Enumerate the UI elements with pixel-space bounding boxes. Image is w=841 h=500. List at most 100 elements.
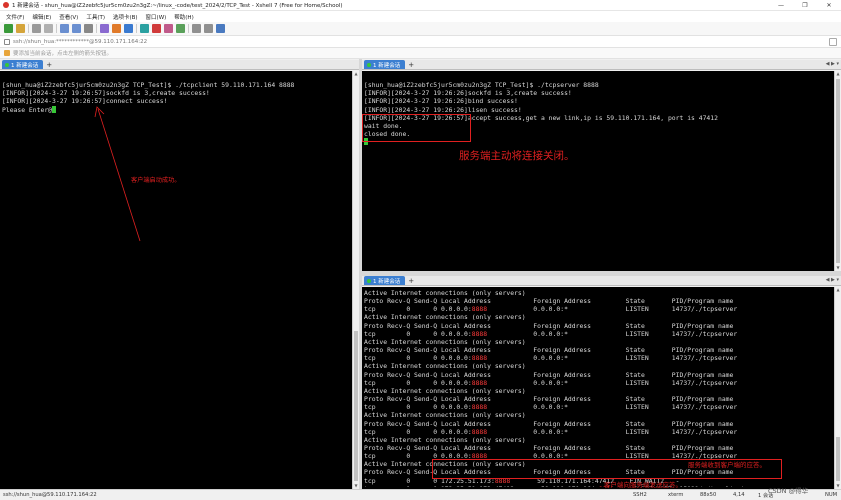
help-icon[interactable] <box>216 24 225 33</box>
terminal-line: Proto Recv-Q Send-Q Local Address Foreig… <box>364 370 734 379</box>
terminal-line: tcp 0 0 0.0.0.0:8888 0.0.0.0:* LISTEN 14… <box>364 329 738 338</box>
left-terminal-output: [shun_hua@iZ2zebfc5jur5cm0zu2n3gZ TCP_Te… <box>2 73 352 487</box>
tab-nav-icons[interactable]: ◀ ▶ ▾ <box>826 61 839 67</box>
right-bottom-session-tab[interactable]: 1 新建会话 <box>364 276 406 285</box>
tab-nav-icons[interactable]: ◀ ▶ ▾ <box>826 277 839 283</box>
fullscreen-icon[interactable] <box>204 24 213 33</box>
terminal-line: tcp 0 0 0.0.0.0:8888 0.0.0.0:* LISTEN 14… <box>364 305 738 314</box>
copy-icon[interactable] <box>60 24 69 33</box>
right-bottom-terminal-output: Active Internet connections (only server… <box>364 289 834 487</box>
add-tab-button[interactable]: + <box>408 61 414 69</box>
terminal-icon[interactable] <box>100 24 109 33</box>
status-num-lock: NUM <box>825 492 838 498</box>
close-button[interactable]: ✕ <box>817 0 841 11</box>
toolbar <box>0 22 841 36</box>
terminal-line: tcp 0 0 0.0.0.0:8888 0.0.0.0:* LISTEN 14… <box>364 403 738 412</box>
tip-bar: 要添加当前会话，点击左侧的箭头按钮。 <box>0 48 841 59</box>
connected-dot-icon <box>367 62 371 67</box>
go-button[interactable] <box>829 38 837 46</box>
terminal-line: Active Internet connections (only server… <box>364 337 526 346</box>
status-bar: ssh://shun_hua@59.110.171.164:22 SSH2 xt… <box>0 487 841 500</box>
terminal-line: Proto Recv-Q Send-Q Local Address Foreig… <box>364 321 734 330</box>
terminal-line: Active Internet connections (only server… <box>364 411 526 420</box>
scroll-up-icon[interactable]: ▲ <box>835 287 841 293</box>
left-scroll-thumb[interactable] <box>354 331 358 481</box>
right-top-session-tab[interactable]: 1 新建会话 <box>364 60 406 69</box>
left-scrollbar[interactable]: ▲ ▼ <box>352 71 359 489</box>
connected-dot-icon <box>367 278 371 283</box>
status-connection: ssh://shun_hua@59.110.171.164:22 <box>3 492 97 498</box>
terminal-line: [INFOR][2024-3-27 19:26:26]sockfd is 3,c… <box>364 89 572 98</box>
right-bottom-terminal[interactable]: Active Internet connections (only server… <box>362 287 834 489</box>
left-terminal[interactable]: [shun_hua@iZ2zebfc5jur5cm0zu2n3gZ TCP_Te… <box>0 71 352 489</box>
client-start-annotation: 客户端启动成功。 <box>131 177 181 184</box>
keyboard-icon[interactable] <box>164 24 173 33</box>
paste-icon[interactable] <box>72 24 81 33</box>
client-ack-annotation: 客户端向服务端发送应答。 <box>604 481 682 489</box>
terminal-line: [INFOR][2024-3-27 19:26:57]sockfd is 3,c… <box>2 89 210 98</box>
status-size: 88x50 <box>700 492 717 498</box>
connect-icon[interactable] <box>32 24 41 33</box>
open-folder-icon[interactable] <box>16 24 25 33</box>
left-pane-tabbar: 1 新建会话 + <box>0 60 359 70</box>
xshell-app-icon <box>3 2 9 8</box>
disconnect-icon[interactable] <box>44 24 53 33</box>
lock-icon[interactable] <box>152 24 161 33</box>
terminal-line: Active Internet connections (only server… <box>364 362 526 371</box>
terminal-line: tcp 0 0 0.0.0.0:8888 0.0.0.0:* LISTEN 14… <box>364 354 738 363</box>
scroll-up-icon[interactable]: ▲ <box>835 71 841 77</box>
right-bottom-tabbar: 1 新建会话 + ◀ ▶ ▾ <box>362 276 841 286</box>
terminal-line: Active Internet connections (only server… <box>364 313 526 322</box>
font-icon[interactable] <box>112 24 121 33</box>
xftp-icon[interactable] <box>140 24 149 33</box>
menu-tab[interactable]: 选项卡(B) <box>113 13 138 21</box>
menu-help[interactable]: 帮助(H) <box>174 13 193 21</box>
left-session-tab[interactable]: 1 新建会话 <box>2 60 44 69</box>
terminal-line: Proto Recv-Q Send-Q Local Address Foreig… <box>364 443 734 452</box>
menu-view[interactable]: 查看(V) <box>59 13 78 21</box>
csdn-watermark: CSDN @得华 <box>768 487 809 495</box>
terminal-line: Please Enter@ <box>2 105 53 114</box>
find-icon[interactable] <box>84 24 93 33</box>
terminal-line: Proto Recv-Q Send-Q Local Address Foreig… <box>364 346 734 355</box>
server-ack-annotation: 服务端收到客户端的应答。 <box>688 461 766 469</box>
menu-tools[interactable]: 工具(T) <box>86 13 105 21</box>
terminal-line: Active Internet connections (only server… <box>364 435 526 444</box>
terminal-line: Active Internet connections (only server… <box>364 386 526 395</box>
menu-edit[interactable]: 编辑(E) <box>32 13 51 21</box>
minimize-button[interactable]: — <box>769 0 793 11</box>
right-bottom-scrollbar[interactable]: ▲ ▼ <box>834 287 841 489</box>
right-top-terminal[interactable]: [shun_hua@iZ2zebfc5jur5cm0zu2n3gZ TCP_Te… <box>362 71 834 271</box>
terminal-line: [INFOR][2024-3-27 19:26:26]lisen success… <box>364 105 522 114</box>
script-icon[interactable] <box>176 24 185 33</box>
maximize-button[interactable]: ❐ <box>793 0 817 11</box>
address-bar: ssh://shun_hua:************@59.110.171.1… <box>0 36 841 48</box>
toolbar-separator <box>56 24 57 33</box>
terminal-cursor <box>52 105 57 113</box>
globe-icon[interactable] <box>124 24 133 33</box>
toolbar-separator <box>136 24 137 33</box>
address-input[interactable]: ssh://shun_hua:************@59.110.171.1… <box>13 39 147 45</box>
right-bottom-session-tab-label: 1 新建会话 <box>373 278 401 285</box>
right-top-scroll-thumb[interactable] <box>836 79 840 263</box>
layout-icon[interactable] <box>192 24 201 33</box>
add-tab-button[interactable]: + <box>408 277 414 285</box>
left-session-tab-label: 1 新建会话 <box>11 62 39 69</box>
menu-file[interactable]: 文件(F) <box>6 13 24 21</box>
add-tab-button[interactable]: + <box>46 61 52 69</box>
menu-bar: 文件(F) 编辑(E) 查看(V) 工具(T) 选项卡(B) 窗口(W) 帮助(… <box>0 11 841 22</box>
terminal-line: Proto Recv-Q Send-Q Local Address Foreig… <box>364 395 734 404</box>
connected-dot-icon <box>5 62 9 67</box>
right-top-scrollbar[interactable]: ▲ ▼ <box>834 71 841 271</box>
right-bottom-scroll-thumb[interactable] <box>836 437 840 481</box>
new-session-icon[interactable] <box>4 24 13 33</box>
right-top-tabbar: 1 新建会话 + ◀ ▶ ▾ <box>362 60 841 70</box>
tip-text: 要添加当前会话，点击左侧的箭头按钮。 <box>13 51 113 57</box>
terminal-line: Proto Recv-Q Send-Q Local Address Foreig… <box>364 419 734 428</box>
toolbar-separator <box>28 24 29 33</box>
terminal-line: [shun_hua@iZ2zebfc5jur5cm0zu2n3gZ TCP_Te… <box>364 81 599 90</box>
terminal-line: Proto Recv-Q Send-Q Local Address Foreig… <box>364 297 734 306</box>
menu-window[interactable]: 窗口(W) <box>146 13 167 21</box>
window-title: 1 新建会话 - shun_hua@iZ2zebfc5jur5cm0zu2n3g… <box>12 3 343 9</box>
title-bar: 1 新建会话 - shun_hua@iZ2zebfc5jur5cm0zu2n3g… <box>0 0 841 11</box>
